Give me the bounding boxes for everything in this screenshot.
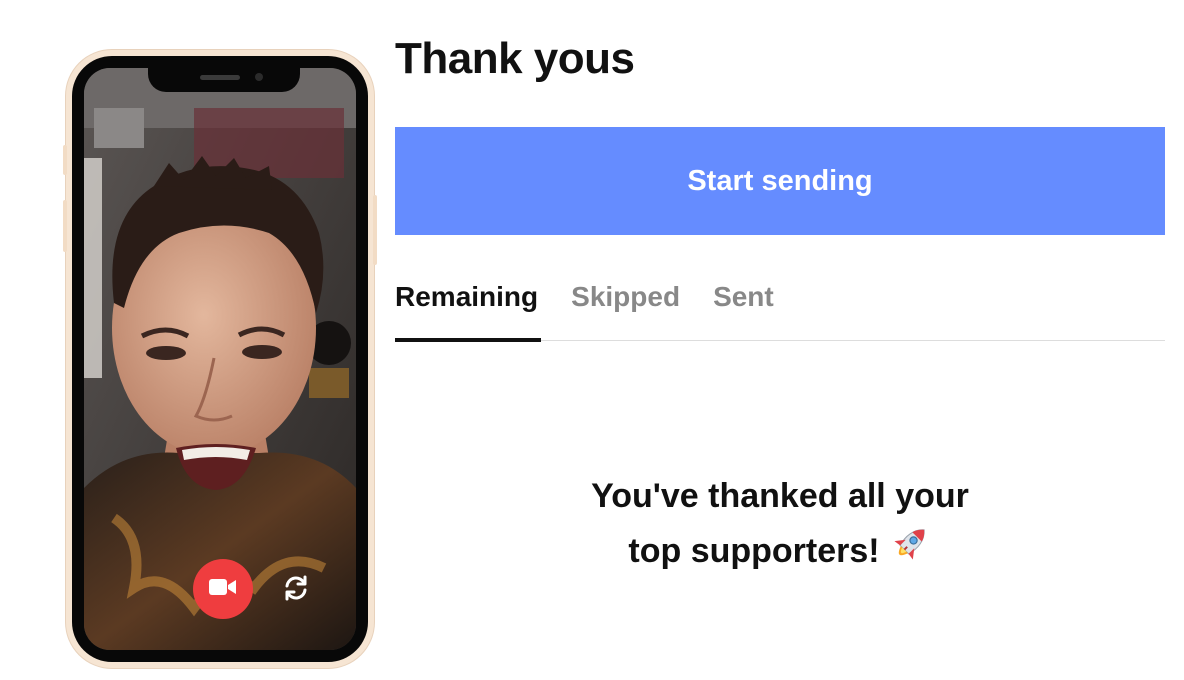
tab-bar: Remaining Skipped Sent: [395, 270, 1165, 342]
phone-notch: [148, 68, 300, 92]
phone-speaker: [200, 75, 240, 80]
stage: Thank yous Start sending Remaining Skipp…: [0, 0, 1184, 680]
flip-camera-icon: [281, 573, 311, 608]
rocket-icon: [888, 522, 932, 581]
empty-state-message: You've thanked all your top supporters!: [395, 470, 1165, 581]
page-title: Thank yous: [395, 34, 635, 83]
empty-state-line-1: You've thanked all your: [591, 477, 969, 515]
phone-mute-switch: [63, 145, 67, 175]
start-sending-button[interactable]: Start sending: [395, 127, 1165, 235]
record-video-button[interactable]: [193, 559, 253, 619]
video-camera-icon: [209, 577, 237, 602]
phone-front-camera: [255, 73, 263, 81]
phone-volume-button: [63, 200, 67, 252]
empty-state-line-2-wrap: top supporters!: [395, 522, 1165, 581]
phone-mockup: [63, 50, 377, 668]
tab-sent[interactable]: Sent: [713, 270, 774, 340]
empty-state-line-2: top supporters!: [628, 532, 880, 570]
flip-camera-button[interactable]: [278, 572, 314, 608]
tab-skipped[interactable]: Skipped: [571, 270, 680, 340]
phone-power-button: [373, 195, 377, 265]
tab-remaining[interactable]: Remaining: [395, 270, 542, 342]
thank-yous-panel: Thank yous Start sending Remaining Skipp…: [352, 0, 1184, 623]
